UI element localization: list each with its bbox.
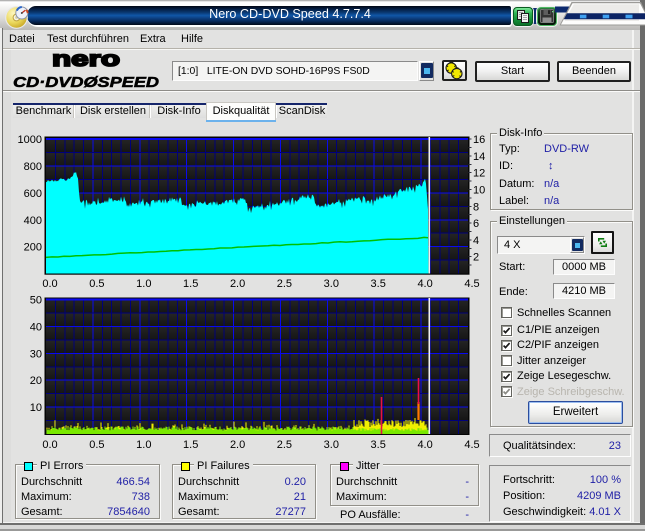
svg-text:6: 6 <box>473 218 479 230</box>
svg-text:1.0: 1.0 <box>136 439 151 451</box>
svg-text:14: 14 <box>473 151 485 163</box>
svg-text:1.5: 1.5 <box>183 278 198 290</box>
svg-text:4.5: 4.5 <box>464 439 479 451</box>
svg-text:12: 12 <box>473 168 485 180</box>
svg-text:0.5: 0.5 <box>89 439 104 451</box>
svg-text:2.0: 2.0 <box>230 439 245 451</box>
svg-text:3.5: 3.5 <box>371 278 386 290</box>
svg-text:2.5: 2.5 <box>277 439 292 451</box>
svg-text:0.0: 0.0 <box>42 439 57 451</box>
svg-text:0.0: 0.0 <box>42 278 57 290</box>
svg-text:10: 10 <box>30 402 42 414</box>
svg-text:10: 10 <box>473 185 485 197</box>
svg-text:600: 600 <box>24 188 42 200</box>
svg-text:20: 20 <box>30 375 42 387</box>
svg-text:30: 30 <box>30 348 42 360</box>
svg-text:1.5: 1.5 <box>183 439 198 451</box>
svg-text:2.5: 2.5 <box>277 278 292 290</box>
svg-text:16: 16 <box>473 134 485 146</box>
svg-text:1000: 1000 <box>18 134 42 146</box>
svg-text:200: 200 <box>24 242 42 254</box>
svg-text:4: 4 <box>473 235 479 247</box>
svg-text:1.0: 1.0 <box>136 278 151 290</box>
svg-text:800: 800 <box>24 161 42 173</box>
svg-text:3.0: 3.0 <box>324 439 339 451</box>
svg-text:4.0: 4.0 <box>417 439 432 451</box>
svg-text:2: 2 <box>473 252 479 264</box>
svg-text:3.5: 3.5 <box>371 439 386 451</box>
svg-text:4.5: 4.5 <box>464 278 479 290</box>
svg-text:8: 8 <box>473 201 479 213</box>
svg-text:40: 40 <box>30 321 42 333</box>
svg-text:50: 50 <box>30 295 42 307</box>
svg-text:400: 400 <box>24 215 42 227</box>
svg-text:0.5: 0.5 <box>89 278 104 290</box>
svg-text:4.0: 4.0 <box>417 278 432 290</box>
svg-text:3.0: 3.0 <box>324 278 339 290</box>
svg-text:2.0: 2.0 <box>230 278 245 290</box>
